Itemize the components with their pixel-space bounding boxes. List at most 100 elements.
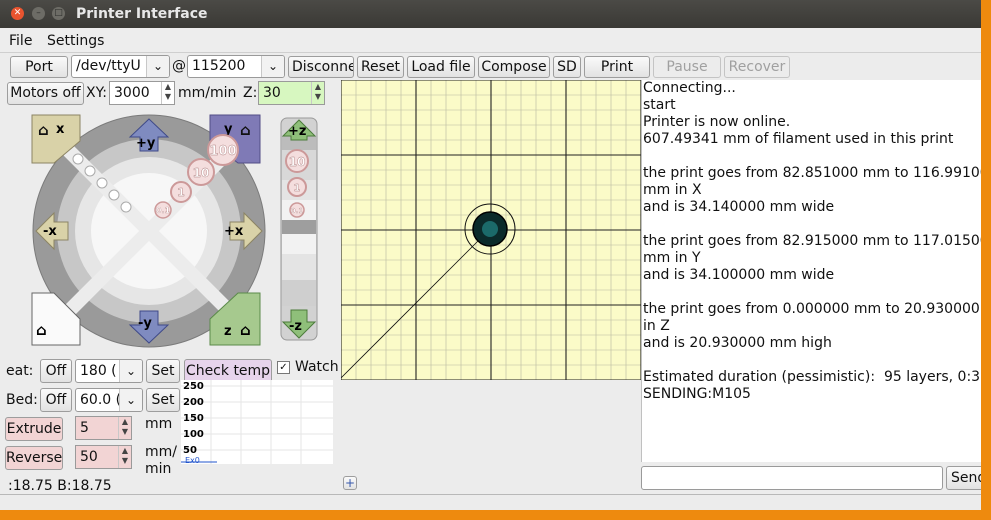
window-title: Printer Interface bbox=[76, 6, 208, 22]
xy-label: XY: bbox=[86, 85, 107, 101]
log-line: and is 34.140000 mm wide bbox=[643, 199, 835, 215]
load-file-button[interactable]: Load file bbox=[407, 56, 475, 78]
minimize-icon[interactable]: – bbox=[32, 7, 45, 20]
chevron-down-icon[interactable]: ⌄ bbox=[261, 56, 284, 77]
recover-button[interactable]: Recover bbox=[724, 56, 790, 78]
bed-off-button[interactable]: Off bbox=[40, 388, 72, 412]
extrude-button[interactable]: Extrude bbox=[5, 417, 63, 441]
menu-file[interactable]: File bbox=[9, 33, 32, 49]
bed-label: Bed: bbox=[6, 392, 38, 408]
baud-value: 115200 bbox=[192, 58, 246, 74]
heat-temp-value: 180 ( bbox=[80, 363, 117, 379]
graph-legend: Ex0 bbox=[185, 456, 200, 464]
feed-unit-line2: min bbox=[145, 461, 172, 477]
chevron-down-icon[interactable]: ⌄ bbox=[119, 360, 142, 382]
reset-button[interactable]: Reset bbox=[357, 56, 404, 78]
pause-button[interactable]: Pause bbox=[653, 56, 721, 78]
home-x-label: x bbox=[56, 122, 65, 137]
log-line: the print goes from 82.851000 mm to 116.… bbox=[643, 165, 981, 181]
xy-unit-label: mm/min bbox=[178, 85, 237, 101]
graph-tick: 250 bbox=[183, 381, 204, 392]
spinner-arrows-icon[interactable]: ▲ ▼ bbox=[118, 446, 131, 468]
send-button[interactable]: Send bbox=[946, 466, 981, 490]
print-center bbox=[482, 221, 498, 237]
xy-feedrate-value: 3000 bbox=[114, 85, 150, 101]
port-button[interactable]: Port bbox=[10, 56, 68, 78]
z-label: Z: bbox=[243, 85, 258, 101]
print-button[interactable]: Print bbox=[584, 56, 650, 78]
port-select[interactable]: /dev/ttyU ⌄ bbox=[71, 55, 170, 78]
watch-label: Watch bbox=[295, 359, 339, 375]
log-line: mm in Y bbox=[643, 250, 701, 266]
log-line: the print goes from 0.000000 mm to 20.93… bbox=[643, 301, 981, 317]
minus-y-label: -y bbox=[138, 316, 152, 331]
xy-jog-control[interactable]: ⌂ x y ⌂ ⌂ z ⌂ +y -y -x +x 100 10 1 0.1 bbox=[30, 113, 268, 349]
reverse-button[interactable]: Reverse bbox=[5, 446, 63, 470]
log-line: start bbox=[643, 97, 676, 113]
temperature-graph: 250 200 150 100 50 Ex0 bbox=[181, 380, 333, 465]
log-line: Printer is now online. bbox=[643, 114, 791, 130]
heat-label: eat: bbox=[6, 363, 34, 379]
log-line: and is 34.100000 mm wide bbox=[643, 267, 835, 283]
extrude-length-value: 5 bbox=[80, 420, 89, 436]
motors-off-button[interactable]: Motors off bbox=[7, 82, 84, 105]
graph-tick: 100 bbox=[183, 429, 204, 440]
extrude-unit-mm: mm bbox=[145, 416, 173, 432]
xy-feedrate-input[interactable]: 3000 ▲ ▼ bbox=[109, 81, 175, 105]
home-icon: ⌂ bbox=[36, 321, 47, 339]
reverse-length-value: 50 bbox=[80, 449, 98, 465]
step-0-1-label: 0.1 bbox=[156, 206, 171, 215]
z-jog-control[interactable]: +z -z 10 1 0.1 bbox=[279, 116, 319, 342]
graph-tick: 150 bbox=[183, 413, 204, 424]
spinner-arrows-icon[interactable]: ▲ ▼ bbox=[311, 82, 324, 104]
log-line: SENDING:M105 bbox=[643, 386, 751, 402]
status-divider bbox=[0, 494, 981, 495]
extrude-length-input[interactable]: 5 ▲ ▼ bbox=[75, 416, 132, 440]
graph-tick: 50 bbox=[183, 445, 197, 456]
chevron-down-icon[interactable]: ⌄ bbox=[146, 56, 169, 77]
at-label: @ bbox=[172, 58, 186, 74]
title-bar: ✕ – □ Printer Interface bbox=[0, 0, 981, 28]
menu-settings[interactable]: Settings bbox=[47, 33, 104, 49]
spinner-arrows-icon[interactable]: ▲ ▼ bbox=[118, 417, 131, 439]
bed-set-button[interactable]: Set bbox=[146, 388, 180, 412]
add-button[interactable]: + bbox=[343, 476, 357, 490]
baud-select[interactable]: 115200 ⌄ bbox=[187, 55, 285, 78]
temperature-status: :18.75 B:18.75 bbox=[8, 478, 112, 494]
console-log: Connecting... start Printer is now online.… bbox=[641, 80, 981, 462]
heat-temp-select[interactable]: 180 ( ⌄ bbox=[75, 359, 143, 383]
home-icon: ⌂ bbox=[240, 121, 251, 139]
reverse-length-input[interactable]: 50 ▲ ▼ bbox=[75, 445, 132, 469]
log-line: Connecting... bbox=[643, 80, 736, 96]
z-feedrate-value: 30 bbox=[263, 85, 281, 101]
sd-button[interactable]: SD bbox=[553, 56, 581, 78]
bed-temp-select[interactable]: 60.0 ( ⌄ bbox=[75, 388, 143, 412]
log-line: the print goes from 82.915000 mm to 117.… bbox=[643, 233, 981, 249]
close-icon[interactable]: ✕ bbox=[11, 7, 24, 20]
plus-y-label: +y bbox=[136, 136, 156, 151]
heat-set-button[interactable]: Set bbox=[146, 359, 180, 383]
spinner-arrows-icon[interactable]: ▲ ▼ bbox=[161, 82, 174, 104]
command-input[interactable] bbox=[641, 466, 943, 490]
log-line: Estimated duration (pessimistic): 95 lay… bbox=[643, 369, 981, 385]
menu-bar: File Settings bbox=[0, 28, 981, 53]
z-feedrate-input[interactable]: 30 ▲ ▼ bbox=[258, 81, 325, 105]
watch-checkbox[interactable]: ✓ bbox=[277, 361, 290, 374]
compose-button[interactable]: Compose bbox=[478, 56, 550, 78]
maximize-icon[interactable]: □ bbox=[52, 7, 65, 20]
z-step-1-label: 1 bbox=[294, 183, 301, 194]
home-z-label: z bbox=[224, 324, 232, 339]
print-bed-view[interactable] bbox=[341, 80, 641, 380]
home-icon: ⌂ bbox=[38, 121, 49, 139]
step-1-label: 1 bbox=[177, 186, 185, 199]
app-window: ✕ – □ Printer Interface File Settings Po… bbox=[0, 0, 981, 510]
heat-off-button[interactable]: Off bbox=[40, 359, 72, 383]
disconnect-button[interactable]: Disconne bbox=[288, 56, 354, 78]
log-line: and is 20.930000 mm high bbox=[643, 335, 832, 351]
chevron-down-icon[interactable]: ⌄ bbox=[119, 389, 142, 411]
log-line: 607.49341 mm of filament used in this pr… bbox=[643, 131, 954, 147]
